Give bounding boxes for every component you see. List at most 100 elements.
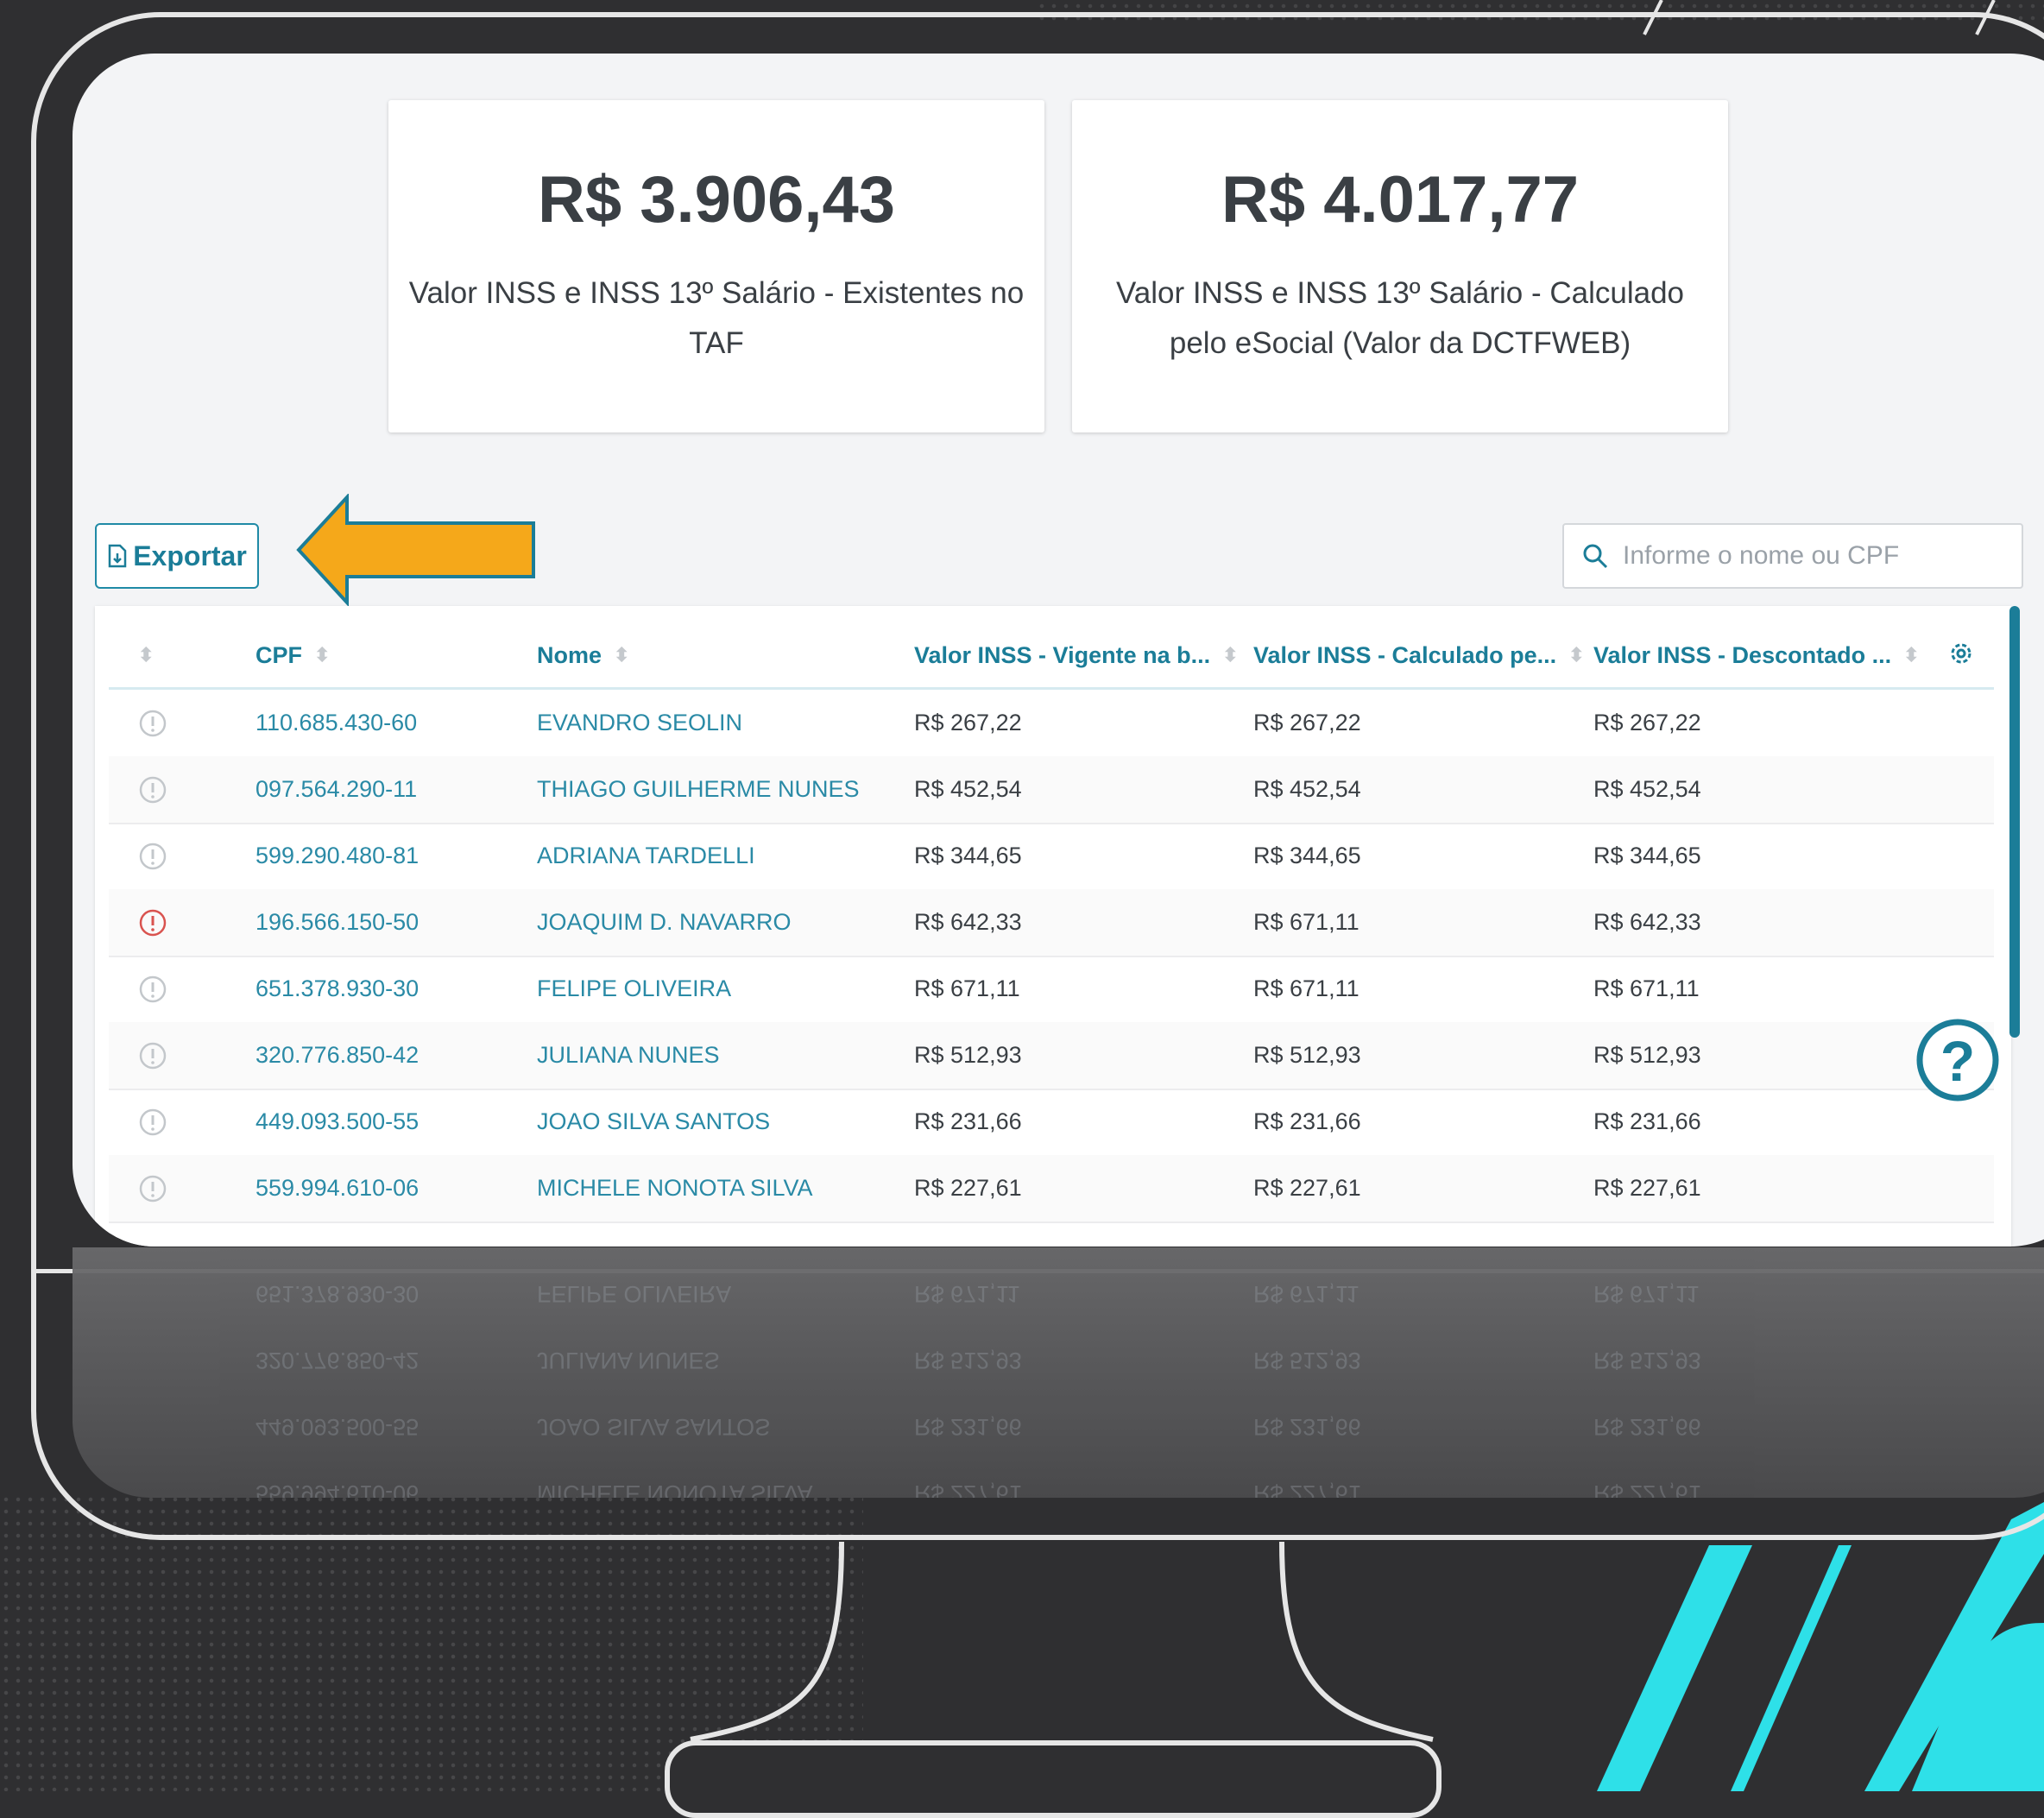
reflection-v1: R$ 671,11	[914, 1281, 1020, 1307]
cell-nome[interactable]: JOAQUIM D. NAVARRO	[537, 909, 792, 936]
table-row[interactable]: 097.564.290-11 THIAGO GUILHERME NUNES R$ 4…	[109, 756, 1994, 824]
reflection-cpf: 651.378.930-30	[256, 1281, 420, 1307]
header-label: CPF	[256, 641, 302, 668]
arrow-left-icon	[296, 494, 535, 606]
cell-valor-vigente: R$ 267,22	[914, 710, 1022, 735]
cell-cpf[interactable]: 110.685.430-60	[256, 710, 417, 736]
cell-cpf[interactable]: 599.290.480-81	[256, 843, 419, 869]
cell-valor-descontado: R$ 227,61	[1593, 1175, 1701, 1201]
status-sort[interactable]: ⬍	[138, 644, 155, 666]
cell-nome[interactable]: FELIPE OLIVEIRA	[537, 975, 731, 1002]
cell-valor-descontado: R$ 267,22	[1593, 710, 1701, 735]
card-description: Valor INSS e INSS 13º Salário - Calculad…	[1116, 276, 1684, 360]
cell-valor-descontado: R$ 512,93	[1593, 1042, 1701, 1068]
cell-nome[interactable]: MICHELE NONOTA SILVA	[537, 1175, 813, 1202]
cell-valor-vigente: R$ 227,61	[914, 1175, 1022, 1201]
header-label: Valor INSS - Calculado pe...	[1253, 641, 1557, 668]
sort-icon: ⬍	[1222, 644, 1239, 666]
reflection-nome: MICHELE NONOTA SILVA	[537, 1480, 813, 1498]
reflection-v3: R$ 227,61	[1593, 1480, 1701, 1498]
search-input[interactable]: Informe o nome ou CPF	[1562, 523, 2023, 589]
reflection-v3: R$ 512,93	[1593, 1348, 1701, 1373]
svg-text:?: ?	[1940, 1029, 1975, 1093]
reflection-cpf: 320.776.850-42	[256, 1348, 420, 1373]
reflection-v2: R$ 671,11	[1253, 1281, 1360, 1307]
column-header-nome[interactable]: Nome ⬍	[537, 642, 629, 669]
search-icon	[1583, 544, 1608, 569]
cell-valor-calculado: R$ 344,65	[1253, 843, 1361, 868]
cell-nome[interactable]: JULIANA NUNES	[537, 1042, 720, 1069]
column-header-calculado[interactable]: Valor INSS - Calculado pe... ⬍	[1253, 642, 1585, 669]
reflection-nome: FELIPE OLIVEIRA	[537, 1281, 732, 1307]
info-icon[interactable]	[138, 908, 167, 937]
sort-icon: ⬍	[314, 644, 331, 666]
export-button[interactable]: Exportar	[95, 523, 259, 589]
table-row[interactable]: 196.566.150-50 JOAQUIM D. NAVARRO R$ 642,3…	[109, 889, 1994, 957]
cell-nome[interactable]: THIAGO GUILHERME NUNES	[537, 776, 860, 803]
info-icon[interactable]	[138, 1108, 167, 1137]
header-label: Valor INSS - Vigente na b...	[914, 641, 1211, 668]
cell-cpf[interactable]: 651.378.930-30	[256, 975, 419, 1002]
info-icon[interactable]	[138, 1041, 167, 1070]
cell-nome[interactable]: EVANDRO SEOLIN	[537, 710, 742, 736]
info-icon[interactable]	[138, 975, 167, 1004]
cell-nome[interactable]: ADRIANA TARDELLI	[537, 843, 755, 869]
cell-nome[interactable]: JOAO SILVA SANTOS	[537, 1108, 770, 1135]
cell-valor-vigente: R$ 512,93	[914, 1042, 1022, 1068]
table-row[interactable]: 110.685.430-60 EVANDRO SEOLIN R$ 267,22 R$ …	[109, 690, 1994, 758]
header-label: Nome	[537, 641, 602, 668]
reflection-v2: R$ 512,93	[1253, 1348, 1361, 1373]
cell-cpf[interactable]: 196.566.150-50	[256, 909, 419, 936]
cell-cpf[interactable]: 320.776.850-42	[256, 1042, 419, 1069]
employees-table: ⬍ CPF ⬍ Nome ⬍ Valor INSS - Vigente na b..…	[95, 606, 2011, 1247]
settings-gear-icon	[1951, 643, 1971, 663]
help-icon[interactable]: ?	[1915, 1013, 2001, 1110]
cell-valor-vigente: R$ 671,11	[914, 975, 1020, 1001]
info-icon[interactable]	[138, 775, 167, 805]
cell-valor-calculado: R$ 671,11	[1253, 909, 1360, 935]
table-header: ⬍ CPF ⬍ Nome ⬍ Valor INSS - Vigente na b..…	[109, 623, 1994, 690]
cell-valor-descontado: R$ 642,33	[1593, 909, 1701, 935]
cell-valor-vigente: R$ 344,65	[914, 843, 1022, 868]
cell-valor-vigente: R$ 231,66	[914, 1108, 1022, 1134]
cell-valor-calculado: R$ 227,61	[1253, 1175, 1361, 1201]
table-row[interactable]: 599.290.480-81 ADRIANA TARDELLI R$ 344,65 R…	[109, 823, 1994, 891]
cell-valor-descontado: R$ 671,11	[1593, 975, 1700, 1001]
table-row[interactable]: 559.994.610-06 MICHELE NONOTA SILVA R$ 227…	[109, 1155, 1994, 1223]
column-header-vigente[interactable]: Valor INSS - Vigente na b... ⬍	[914, 642, 1239, 669]
gear-icon[interactable]	[1947, 640, 1975, 672]
column-header-descontado[interactable]: Valor INSS - Descontado ... ⬍	[1593, 642, 1920, 669]
reflection-row: 559.994.610-06 MICHELE NONOTA SILVA R$ 227…	[73, 1440, 2044, 1498]
table-row[interactable]: 449.093.500-55 JOAO SILVA SANTOS R$ 231,66…	[109, 1089, 1994, 1157]
app-screen: R$ 3.906,43 Valor INSS e INSS 13º Salári…	[73, 54, 2044, 1247]
sort-icon: ⬍	[1568, 644, 1585, 666]
sort-icon: ⬍	[138, 644, 155, 666]
reflection-v1: R$ 227,61	[914, 1480, 1022, 1498]
reflection-row: 320.776.850-42 JULIANA NUNES R$ 512,93 R$ 5…	[73, 1307, 2044, 1373]
reflection-row: 651.378.930-30 FELIPE OLIVEIRA R$ 671,11 R$…	[73, 1247, 2044, 1307]
table-scrollbar[interactable]	[2009, 606, 2020, 1038]
info-icon[interactable]	[138, 1174, 167, 1203]
cell-cpf[interactable]: 097.564.290-11	[256, 776, 417, 803]
cell-valor-calculado: R$ 671,11	[1253, 975, 1360, 1001]
cell-valor-descontado: R$ 231,66	[1593, 1108, 1701, 1134]
cell-cpf[interactable]: 449.093.500-55	[256, 1108, 419, 1135]
info-icon[interactable]	[138, 709, 167, 738]
summary-card-taf: R$ 3.906,43 Valor INSS e INSS 13º Salári…	[388, 100, 1044, 432]
reflection-row: 449.093.500-55 JOAO SILVA SANTOS R$ 231,66…	[73, 1373, 2044, 1440]
info-icon[interactable]	[138, 842, 167, 871]
summary-card-esocial: R$ 4.017,77 Valor INSS e INSS 13º Salári…	[1072, 100, 1728, 432]
table-row[interactable]: 651.378.930-30 FELIPE OLIVEIRA R$ 671,11 R$…	[109, 956, 1994, 1024]
reflection-v1: R$ 231,66	[914, 1414, 1022, 1440]
cell-cpf[interactable]: 559.994.610-06	[256, 1175, 419, 1202]
cell-valor-calculado: R$ 267,22	[1253, 710, 1361, 735]
cell-valor-descontado: R$ 344,65	[1593, 843, 1701, 868]
table-row[interactable]: 320.776.850-42 JULIANA NUNES R$ 512,93 R$ 5…	[109, 1022, 1994, 1090]
cell-valor-vigente: R$ 642,33	[914, 909, 1022, 935]
column-header-cpf[interactable]: CPF ⬍	[256, 642, 330, 669]
cell-valor-vigente: R$ 452,54	[914, 776, 1022, 802]
card-description: Valor INSS e INSS 13º Salário - Existent…	[408, 276, 1025, 360]
reflection-nome: JULIANA NUNES	[537, 1348, 720, 1373]
cell-valor-descontado: R$ 452,54	[1593, 776, 1701, 802]
card-amount: R$ 3.906,43	[537, 163, 896, 237]
